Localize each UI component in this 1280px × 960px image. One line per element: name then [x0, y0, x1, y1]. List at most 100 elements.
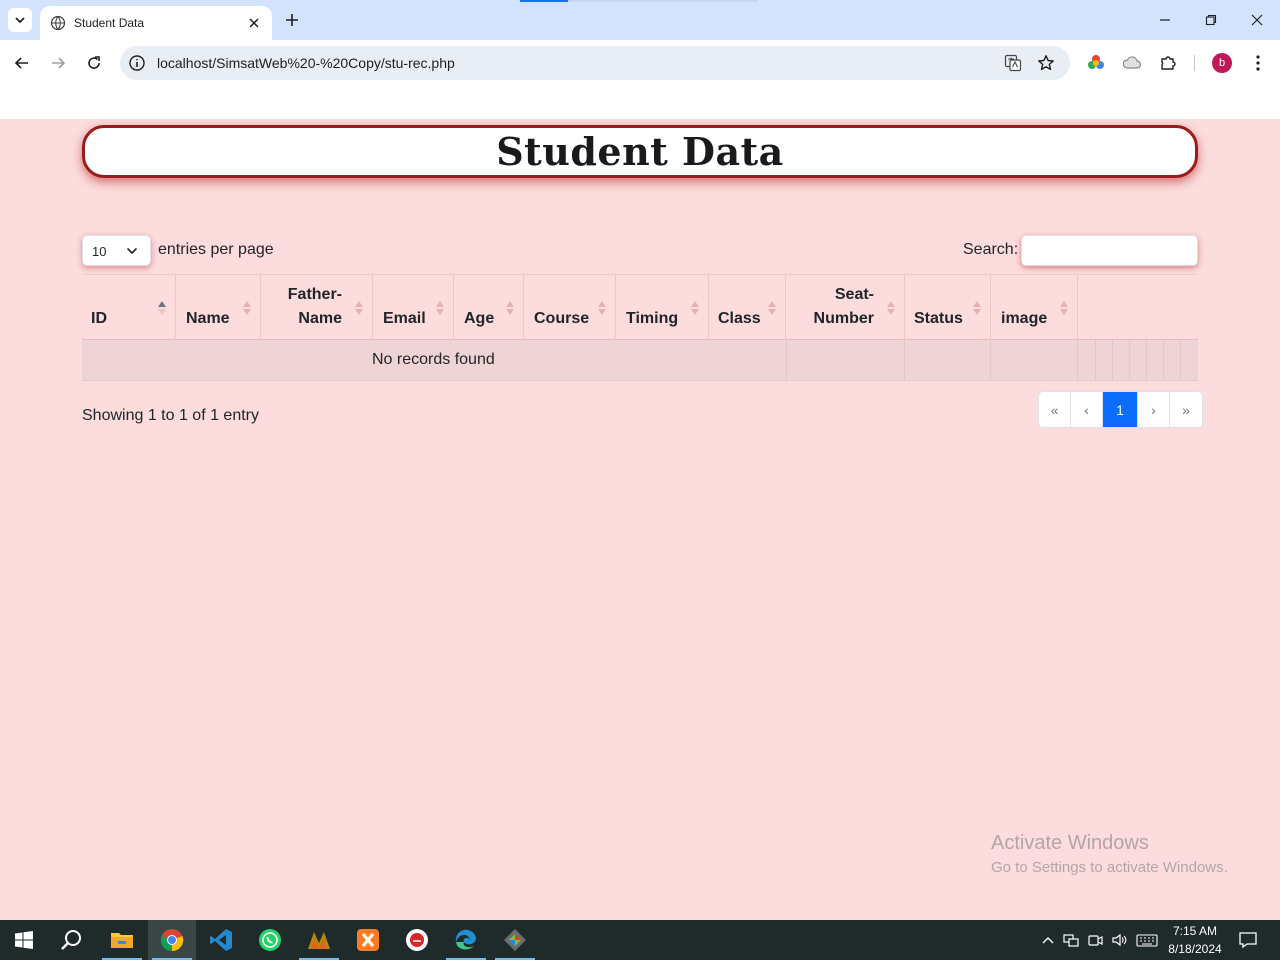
cell-divider	[1180, 340, 1181, 381]
first-page-button[interactable]: «	[1039, 392, 1071, 427]
reload-icon[interactable]	[82, 51, 106, 75]
translate-icon[interactable]	[1004, 54, 1022, 72]
entries-per-page-value: 10	[92, 244, 107, 259]
previous-page-button[interactable]: ‹	[1071, 392, 1103, 427]
table-row: No records found	[82, 340, 1198, 381]
close-tab-icon[interactable]	[246, 15, 262, 31]
column-header-email[interactable]: Email	[373, 275, 454, 341]
activate-windows-watermark: Activate Windows Go to Settings to activ…	[991, 832, 1228, 876]
page-title: Student Data	[496, 129, 784, 174]
column-header-father-name[interactable]: Father- Name	[261, 275, 373, 341]
watermark-title: Activate Windows	[991, 832, 1149, 854]
column-header-class[interactable]: Class	[709, 275, 786, 341]
entries-per-page-select[interactable]: 10	[82, 235, 151, 266]
keyboard-icon[interactable]	[1136, 932, 1158, 948]
cell-divider	[1112, 340, 1113, 381]
tab-title: Student Data	[74, 16, 145, 30]
tab-search-button[interactable]	[8, 8, 32, 32]
profile-avatar[interactable]: b	[1212, 53, 1232, 73]
xampp-icon[interactable]	[344, 920, 392, 960]
forward-icon[interactable]	[46, 51, 70, 75]
address-bar[interactable]: localhost/SimsatWeb%20-%20Copy/stu-rec.p…	[120, 46, 1070, 80]
column-header-seat-number[interactable]: Seat- Number	[786, 275, 905, 341]
page-content: Student Data 10 entries per page Search:…	[0, 120, 1280, 920]
url-text: localhost/SimsatWeb%20-%20Copy/stu-rec.p…	[157, 55, 455, 71]
file-explorer-icon[interactable]	[98, 920, 146, 960]
last-page-button[interactable]: »	[1170, 392, 1202, 427]
network-icon[interactable]	[1063, 932, 1079, 948]
pagination: « ‹ 1 › »	[1038, 391, 1203, 428]
start-icon[interactable]	[0, 920, 48, 960]
bookmark-star-icon[interactable]	[1037, 54, 1055, 72]
table-info: Showing 1 to 1 of 1 entry	[82, 407, 259, 424]
meet-now-icon[interactable]	[1087, 932, 1103, 948]
system-clock[interactable]: 7:15 AM 8/18/2024	[1160, 922, 1230, 958]
site-info-icon[interactable]	[128, 54, 146, 72]
table-header: ID Name Father- Name Email Age Course Ti…	[82, 274, 1198, 341]
search-icon[interactable]	[48, 920, 96, 960]
cell-divider	[1163, 340, 1164, 381]
column-header-status[interactable]: Status	[905, 275, 991, 341]
chevron-down-icon	[126, 247, 138, 255]
edge-icon[interactable]	[442, 920, 490, 960]
sort-icon	[436, 301, 444, 315]
search-input[interactable]	[1021, 235, 1198, 266]
clock-time: 7:15 AM	[1172, 924, 1218, 938]
tab-strip: Student Data	[0, 0, 1280, 40]
notifications-icon[interactable]	[1238, 930, 1258, 950]
cell-divider	[786, 340, 787, 381]
chrome-icon[interactable]	[148, 920, 196, 960]
sort-icon	[506, 301, 514, 315]
new-tab-icon[interactable]	[282, 10, 302, 30]
back-icon[interactable]	[10, 51, 34, 75]
show-hidden-icons-icon[interactable]	[1040, 932, 1056, 948]
cell-divider	[990, 340, 991, 381]
vscode-icon[interactable]	[197, 920, 245, 960]
student-table: ID Name Father- Name Email Age Course Ti…	[82, 274, 1198, 381]
tab-drag-indicator-secondary	[568, 0, 758, 2]
app-red-icon[interactable]	[393, 920, 441, 960]
next-page-button[interactable]: ›	[1138, 392, 1170, 427]
column-header-course[interactable]: Course	[524, 275, 616, 341]
restore-icon[interactable]	[1201, 10, 1221, 30]
close-window-icon[interactable]	[1247, 10, 1267, 30]
whatsapp-icon[interactable]	[246, 920, 294, 960]
column-header-age[interactable]: Age	[454, 275, 524, 341]
browser-tab[interactable]: Student Data	[40, 6, 272, 40]
more-menu-icon[interactable]	[1248, 53, 1268, 73]
column-header-id[interactable]: ID	[82, 275, 176, 341]
taskbar: 7:15 AM 8/18/2024	[0, 920, 1280, 960]
color-extension-icon[interactable]	[1086, 53, 1106, 73]
column-header-name[interactable]: Name	[176, 275, 261, 341]
sort-icon	[355, 301, 363, 315]
sort-icon	[598, 301, 606, 315]
profile-initial: b	[1218, 57, 1226, 69]
page-1-button[interactable]: 1	[1103, 392, 1138, 427]
bookmarks-bar	[0, 86, 1280, 120]
empty-table-message: No records found	[372, 351, 495, 368]
cell-divider	[904, 340, 905, 381]
column-header-image[interactable]: image	[991, 275, 1078, 341]
ahk-icon[interactable]	[295, 920, 343, 960]
sort-icon	[768, 301, 776, 315]
toolbar-separator	[1194, 55, 1195, 71]
cell-divider	[1129, 340, 1130, 381]
cloud-extension-icon[interactable]	[1122, 53, 1142, 73]
sort-icon	[887, 301, 895, 315]
volume-icon[interactable]	[1111, 932, 1127, 948]
sort-icon	[1060, 301, 1068, 315]
page-heading-box: Student Data	[82, 125, 1198, 178]
git-gui-icon[interactable]	[491, 920, 539, 960]
globe-icon	[50, 15, 66, 31]
watermark-subtitle: Go to Settings to activate Windows.	[991, 859, 1228, 876]
minimize-icon[interactable]	[1155, 10, 1175, 30]
sort-icon	[243, 301, 251, 315]
tab-drag-indicator	[520, 0, 568, 2]
chevron-down-icon	[15, 17, 25, 24]
clock-date: 8/18/2024	[1168, 942, 1222, 956]
extensions-puzzle-icon[interactable]	[1158, 53, 1178, 73]
cell-divider	[1095, 340, 1096, 381]
cell-divider	[1077, 340, 1078, 381]
column-header-timing[interactable]: Timing	[616, 275, 709, 341]
sort-icon	[973, 301, 981, 315]
